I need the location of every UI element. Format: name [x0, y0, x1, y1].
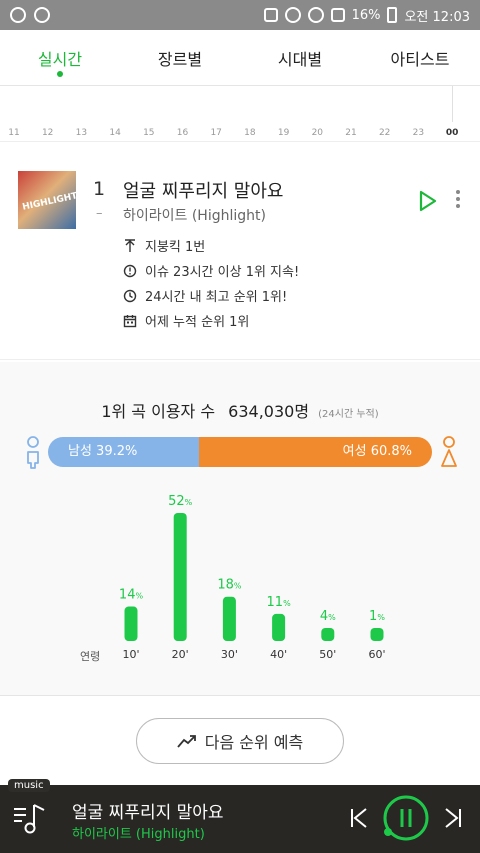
age-bar: [124, 606, 138, 641]
listener-stats: 1위 곡 이용자 수 634,030명 (24시간 누적) 남성 39.2% 여…: [0, 362, 480, 696]
mute-icon: [263, 8, 278, 22]
hour-label[interactable]: 16: [177, 128, 188, 138]
age-bar-chart: 14% 10' 52% 20' 18% 30' 11% 40' 4% 50' 1% 60': [119, 494, 386, 661]
hour-label[interactable]: 22: [379, 128, 390, 138]
music-badge: music: [8, 779, 50, 792]
player-song-title[interactable]: 얼굴 찌푸리지 말아요: [72, 798, 224, 823]
next-track-icon[interactable]: [444, 807, 462, 829]
hour-label[interactable]: 12: [42, 128, 53, 138]
age-bar-value: 14%: [119, 588, 144, 603]
battery-icon: [387, 7, 398, 23]
tab-label: 아티스트: [390, 50, 450, 69]
album-cover-text: HIGHLIGHT: [21, 191, 79, 213]
age-category-label: 50': [319, 648, 336, 661]
age-category-label: 20': [172, 648, 189, 661]
prediction-button-label: 다음 순위 예측: [204, 733, 304, 752]
active-tab-indicator: [57, 71, 63, 77]
calendar-icon: [123, 314, 137, 327]
age-category-label: 40': [270, 648, 287, 661]
tab-label: 실시간: [37, 50, 83, 69]
current-hour-marker: [452, 86, 453, 122]
age-bar-value: 18%: [217, 578, 242, 593]
rank-change: –: [96, 206, 103, 221]
feature-row: 어제 누적 순위 1위: [123, 311, 249, 330]
age-bar-value: 11%: [267, 595, 292, 610]
hour-label[interactable]: 17: [210, 128, 221, 138]
previous-track-icon[interactable]: [350, 807, 368, 829]
feature-row: 24시간 내 최고 순위 1위!: [123, 286, 287, 305]
hour-label[interactable]: 15: [143, 128, 154, 138]
age-bar: [222, 596, 236, 641]
app-notification-icon: [10, 7, 26, 23]
status-bar: 16% 오전 12:03: [0, 0, 480, 30]
hour-label[interactable]: 21: [345, 128, 356, 138]
hour-label[interactable]: 14: [109, 128, 120, 138]
hour-label[interactable]: 23: [413, 128, 424, 138]
chart-song-item[interactable]: HIGHLIGHT 1 – 얼굴 찌푸리지 말아요 하이라이트 (Highlig…: [0, 160, 480, 360]
clock: 오전 12:03: [404, 9, 470, 25]
song-title[interactable]: 얼굴 찌푸리지 말아요: [123, 177, 283, 203]
age-bar: [321, 628, 335, 641]
feature-text: 이슈 23시간 이상 1위 지속!: [145, 265, 300, 280]
clock-icon: [123, 289, 137, 302]
hour-label[interactable]: 20: [312, 128, 323, 138]
hour-timeline[interactable]: 11 12 13 14 15 16 17 18 19 20 21 22 23 00: [0, 86, 480, 142]
tab-label: 장르별: [157, 50, 203, 69]
trend-chart-icon: [177, 735, 196, 748]
hour-label[interactable]: 11: [8, 128, 19, 138]
hour-label[interactable]: 19: [278, 128, 289, 138]
play-icon[interactable]: [418, 190, 438, 212]
age-bar-value: 1%: [369, 609, 385, 624]
playlist-music-icon[interactable]: [12, 801, 48, 837]
age-bar-value: 52%: [168, 494, 193, 509]
tab-label: 시대별: [277, 50, 323, 69]
hour-label[interactable]: 00: [446, 128, 459, 138]
player-song-artist[interactable]: 하이라이트 (Highlight): [72, 823, 205, 842]
next-rank-prediction-button[interactable]: 다음 순위 예측: [136, 718, 344, 764]
song-artist[interactable]: 하이라이트 (Highlight): [123, 205, 266, 225]
age-category-label: 30': [221, 648, 238, 661]
chart-tabs: 실시간 장르별 시대별 아티스트: [0, 30, 480, 86]
feature-text: 지붕킥 1번: [145, 240, 206, 255]
timer-icon: [123, 264, 137, 277]
feature-text: 어제 누적 순위 1위: [145, 315, 250, 330]
hour-label[interactable]: 18: [244, 128, 255, 138]
more-options-icon[interactable]: [454, 190, 462, 212]
alarm-icon: [284, 7, 301, 23]
age-bar: [173, 513, 187, 641]
age-category-label: 60': [368, 648, 385, 661]
hour-label[interactable]: 13: [76, 128, 87, 138]
album-cover[interactable]: HIGHLIGHT: [18, 171, 79, 229]
trend-up-icon: [125, 238, 135, 252]
tab-genre[interactable]: 장르별: [120, 30, 240, 85]
wifi-icon: [307, 7, 324, 23]
age-axis-label: 연령: [80, 650, 101, 663]
age-bar: [370, 628, 384, 641]
mini-player[interactable]: music 얼굴 찌푸리지 말아요 하이라이트 (Highlight): [0, 779, 480, 853]
age-bar-value: 4%: [320, 609, 336, 624]
tab-realtime[interactable]: 실시간: [0, 30, 120, 85]
hour-labels: 11 12 13 14 15 16 17 18 19 20 21 22 23 00: [0, 128, 480, 140]
feature-row: 이슈 23시간 이상 1위 지속!: [123, 261, 299, 280]
battery-percent: 16%: [351, 7, 381, 23]
signal-icon: [330, 8, 345, 22]
tab-artist[interactable]: 아티스트: [360, 30, 480, 85]
feature-text: 24시간 내 최고 순위 1위!: [145, 290, 288, 305]
tab-era[interactable]: 시대별: [240, 30, 360, 85]
app-notification-icon-2: [34, 7, 50, 23]
song-rank: 1: [93, 178, 106, 200]
pause-button[interactable]: [382, 794, 430, 842]
age-bar: [272, 613, 286, 641]
feature-row: 지붕킥 1번: [123, 236, 205, 255]
age-category-label: 10': [122, 648, 139, 661]
